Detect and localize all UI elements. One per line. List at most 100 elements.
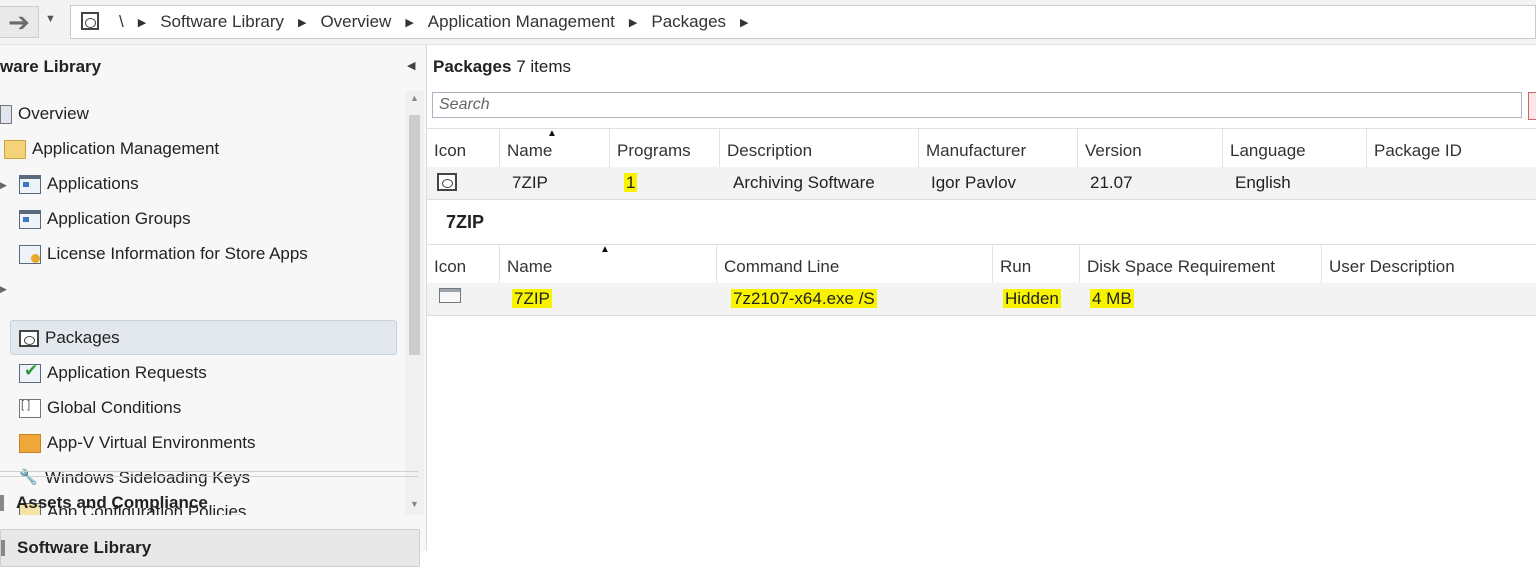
cell-name: 7ZIP bbox=[505, 283, 552, 315]
tree-item-label: Applications bbox=[47, 174, 139, 193]
scrollbar-thumb[interactable] bbox=[409, 115, 420, 355]
global-conditions-icon bbox=[19, 398, 41, 418]
appv-icon bbox=[19, 433, 41, 453]
cell-user-description bbox=[1327, 283, 1334, 315]
tree-item-packages[interactable]: Packages bbox=[19, 322, 120, 354]
workspace-assets-and-compliance[interactable]: Assets and Compliance bbox=[0, 485, 418, 521]
tree-item-application-management[interactable]: Application Management bbox=[4, 133, 219, 165]
highlighted-value: 1 bbox=[624, 173, 638, 192]
tree-item-label: Application Groups bbox=[47, 209, 191, 228]
license-icon bbox=[19, 244, 41, 264]
application-icon bbox=[19, 174, 41, 194]
packages-header-row: Icon Name Programs Description Manufactu… bbox=[427, 128, 1536, 168]
history-dropdown-icon[interactable]: ▼ bbox=[45, 13, 56, 25]
cell-run: Hidden bbox=[996, 283, 1061, 315]
table-row[interactable]: 7ZIP 7z2107-x64.exe /S Hidden 4 MB bbox=[427, 283, 1536, 316]
programs-header-row: Icon Name Command Line Run Disk Space Re… bbox=[427, 244, 1536, 284]
package-icon bbox=[437, 173, 457, 191]
tree-item-global-conditions[interactable]: Global Conditions bbox=[19, 392, 181, 424]
assets-compliance-icon bbox=[0, 495, 4, 511]
list-title: Packages 7 items bbox=[433, 57, 571, 77]
tree-item-overview[interactable]: Overview bbox=[0, 98, 89, 130]
column-header-user-description[interactable]: User Description bbox=[1321, 245, 1536, 283]
search-clear-button[interactable] bbox=[1528, 92, 1536, 120]
detail-title: 7ZIP bbox=[446, 212, 485, 232]
address-bar: ➔ ▼ \ ▶ Software Library ▶ Overview ▶ Ap… bbox=[0, 0, 1536, 45]
tree-item-label: Application Management bbox=[32, 139, 220, 158]
breadcrumb[interactable]: \ ▶ Software Library ▶ Overview ▶ Applic… bbox=[70, 5, 1536, 39]
column-header-command-line[interactable]: Command Line bbox=[716, 245, 992, 283]
navigation-tree: Overview Application Management ▶ Applic… bbox=[0, 95, 405, 515]
column-header-run[interactable]: Run bbox=[992, 245, 1079, 283]
column-header-version[interactable]: Version bbox=[1077, 129, 1222, 167]
tree-item-label: Packages bbox=[45, 328, 120, 347]
software-library-icon bbox=[1, 540, 5, 556]
cell-package-id bbox=[1372, 167, 1379, 199]
cell-disk-space: 4 MB bbox=[1083, 283, 1134, 315]
sort-ascending-icon: ▲ bbox=[600, 244, 610, 255]
tree-item-label: App-V Virtual Environments bbox=[47, 433, 256, 452]
program-icon bbox=[439, 288, 461, 303]
scroll-up-icon[interactable]: ▲ bbox=[410, 93, 419, 103]
cell-programs: 1 bbox=[617, 167, 638, 199]
tree-item-label: Global Conditions bbox=[47, 398, 182, 417]
arrow-right-icon: ➔ bbox=[8, 6, 30, 37]
column-header-description[interactable]: Description bbox=[719, 129, 918, 167]
column-header-icon[interactable]: Icon bbox=[427, 129, 499, 167]
tree-scrollbar[interactable]: ▲ ▼ bbox=[405, 91, 424, 515]
collapse-pane-icon[interactable]: ◀ bbox=[407, 59, 415, 72]
chevron-right-icon[interactable]: ▶ bbox=[298, 16, 306, 29]
cell-description: Archiving Software bbox=[733, 173, 875, 192]
column-header-package-id[interactable]: Package ID bbox=[1366, 129, 1536, 167]
request-icon bbox=[19, 361, 41, 383]
column-header-language[interactable]: Language bbox=[1222, 129, 1366, 167]
cell-command-line: 7z2107-x64.exe /S bbox=[724, 283, 877, 315]
highlighted-value: 7z2107-x64.exe /S bbox=[731, 289, 877, 308]
package-icon bbox=[19, 329, 39, 347]
tree-item-label: License Information for Store Apps bbox=[47, 244, 308, 263]
breadcrumb-application-management[interactable]: Application Management bbox=[428, 12, 615, 32]
breadcrumb-software-library[interactable]: Software Library bbox=[160, 12, 284, 32]
workspace-splitter[interactable] bbox=[0, 471, 418, 477]
tree-item-appv-environments[interactable]: App-V Virtual Environments bbox=[19, 427, 256, 459]
tree-item-label: Overview bbox=[18, 104, 89, 123]
item-count: 7 items bbox=[516, 57, 571, 76]
breadcrumb-root[interactable]: \ bbox=[119, 12, 124, 32]
table-row[interactable]: 7ZIP 1 Archiving Software Igor Pavlov 21… bbox=[427, 167, 1536, 200]
highlighted-value: 4 MB bbox=[1090, 289, 1134, 308]
expand-arrow-icon[interactable]: ▶ bbox=[0, 180, 7, 191]
navigation-pane-title: ware Library bbox=[0, 57, 102, 76]
navigation-pane: ware Library ◀ Overview Application Mana… bbox=[0, 45, 427, 567]
content-pane: Packages 7 items Search Icon Name Progra… bbox=[427, 45, 1536, 551]
breadcrumb-overview[interactable]: Overview bbox=[320, 12, 391, 32]
chevron-right-icon[interactable]: ▶ bbox=[740, 16, 748, 29]
column-header-disk-space[interactable]: Disk Space Requirement bbox=[1079, 245, 1321, 283]
chevron-right-icon[interactable]: ▶ bbox=[138, 16, 146, 29]
chevron-right-icon[interactable]: ▶ bbox=[629, 16, 637, 29]
tree-item-application-groups[interactable]: Application Groups bbox=[19, 203, 191, 235]
tree-item-label: Application Requests bbox=[47, 363, 207, 382]
expand-arrow-icon[interactable]: ▶ bbox=[0, 284, 7, 295]
workspace-software-library[interactable]: Software Library bbox=[0, 529, 420, 567]
column-header-programs[interactable]: Programs bbox=[609, 129, 719, 167]
folder-icon bbox=[4, 139, 26, 159]
tree-item-license-information[interactable]: License Information for Store Apps bbox=[19, 238, 308, 270]
highlighted-value: 7ZIP bbox=[512, 289, 552, 308]
column-header-icon[interactable]: Icon bbox=[427, 245, 499, 283]
application-group-icon bbox=[19, 209, 41, 229]
chevron-right-icon[interactable]: ▶ bbox=[405, 16, 413, 29]
column-header-manufacturer[interactable]: Manufacturer bbox=[918, 129, 1077, 167]
workspace-label: Software Library bbox=[17, 538, 152, 557]
cell-name: 7ZIP bbox=[512, 173, 548, 192]
search-input[interactable]: Search bbox=[432, 92, 1522, 118]
breadcrumb-packages[interactable]: Packages bbox=[651, 12, 726, 32]
list-title-name: Packages bbox=[433, 57, 512, 76]
cell-version: 21.07 bbox=[1090, 173, 1133, 192]
cell-language: English bbox=[1235, 173, 1291, 192]
highlighted-value: Hidden bbox=[1003, 289, 1061, 308]
overview-icon bbox=[0, 104, 12, 124]
forward-button[interactable]: ➔ bbox=[0, 6, 39, 38]
console-root-icon[interactable] bbox=[81, 12, 99, 30]
tree-item-applications[interactable]: Applications bbox=[19, 168, 139, 200]
tree-item-application-requests[interactable]: Application Requests bbox=[19, 357, 207, 389]
